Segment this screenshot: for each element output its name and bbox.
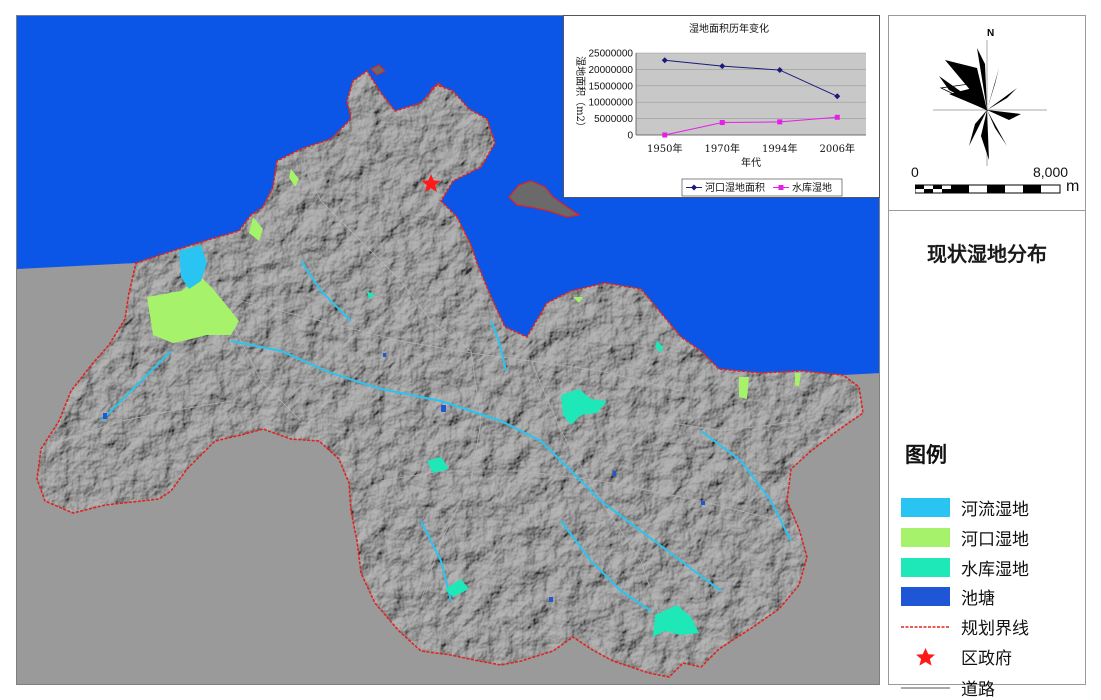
sidebar-panel: N 0 8,000 m 现状湿地分布 图例 河流湿地河口湿地水库湿地池塘规划界线…: [888, 15, 1086, 700]
x-tick-label: 1950年: [647, 142, 682, 155]
star-icon: [916, 647, 935, 666]
legend-label: 区政府: [961, 648, 1012, 669]
legend-swatch: [901, 557, 950, 577]
data-point: [662, 132, 668, 138]
legend-item: 水库湿地: [901, 555, 1029, 580]
scale-unit-label: m: [1066, 178, 1080, 195]
legend-item: 河流湿地: [901, 495, 1029, 520]
x-tick-label: 1970年: [705, 142, 740, 155]
legend-label: 河口湿地: [961, 529, 1029, 550]
legend-swatch: [901, 497, 950, 517]
legend-swatch: [901, 527, 950, 547]
north-label: N: [987, 28, 995, 39]
boundary-line-icon: [901, 625, 950, 628]
chart-legend-label: 水库湿地: [792, 181, 832, 194]
wetland-area-chart: 湿地面积历年变化 25000000 20000000 15000000 10000000…: [574, 22, 866, 197]
y-tick-label: 20000000: [589, 65, 634, 76]
y-axis-label: 湿地面积（m2）: [574, 56, 587, 132]
legend-item: 区政府: [901, 644, 1012, 669]
chart-title: 湿地面积历年变化: [689, 22, 769, 35]
legend-item: 河口湿地: [901, 525, 1029, 550]
map-title: 现状湿地分布: [927, 242, 1047, 266]
scale-start-label: 0: [911, 164, 919, 180]
x-tick-label: 2006年: [820, 142, 855, 155]
x-axis-label: 年代: [741, 156, 761, 169]
chart-legend-label: 河口湿地面积: [705, 181, 765, 194]
legend-label: 道路: [961, 679, 995, 700]
x-tick-label: 1994年: [762, 142, 797, 155]
scale-end-label: 8,000: [1033, 164, 1069, 180]
legend-label: 水库湿地: [961, 559, 1029, 580]
legend-label: 池塘: [961, 588, 995, 609]
data-point: [719, 120, 725, 126]
y-tick-label: 25000000: [589, 49, 634, 60]
data-point: [834, 114, 840, 120]
legend-item: 道路: [901, 675, 995, 700]
sidebar-divider: [889, 210, 1085, 211]
legend-marker: [778, 185, 784, 190]
wetland-area-chart-panel: 湿地面积历年变化 25000000 20000000 15000000 10000000…: [563, 15, 880, 198]
legend-swatch: [901, 586, 950, 606]
legend-label: 河流湿地: [961, 499, 1029, 520]
y-tick-label: 10000000: [589, 98, 634, 109]
legend-item: 池塘: [901, 584, 995, 609]
legend-title: 图例: [905, 443, 947, 467]
legend-label: 规划界线: [961, 618, 1029, 639]
scale-bar: [915, 184, 1061, 194]
y-tick-label: 15000000: [589, 81, 634, 92]
y-tick-label: 5000000: [594, 114, 633, 125]
legend-item: 规划界线: [901, 614, 1029, 639]
road-line-icon: [901, 687, 950, 688]
north-arrow-icon: [933, 40, 1047, 166]
y-tick-label: 0: [627, 131, 633, 142]
data-point: [777, 119, 783, 125]
